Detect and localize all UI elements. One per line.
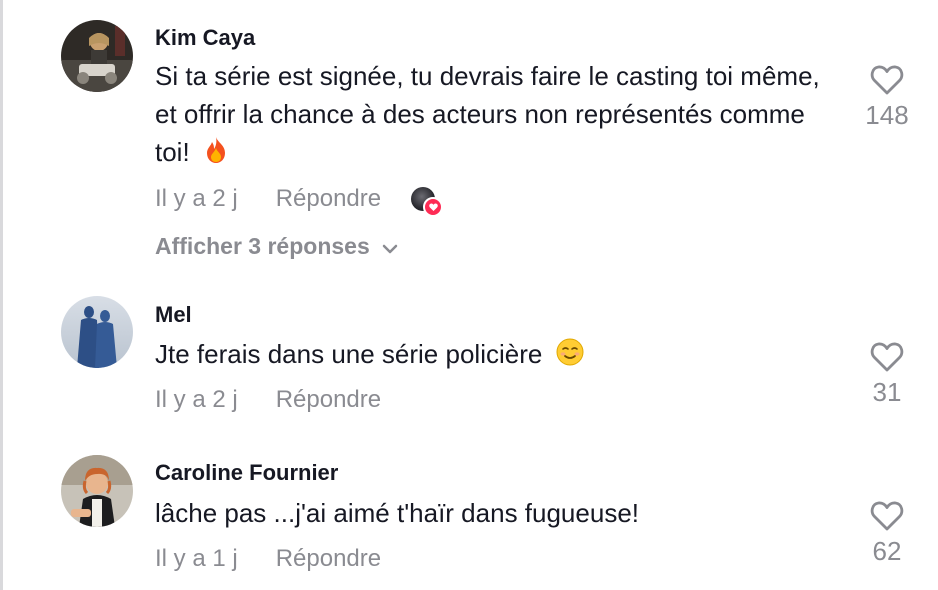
comment-meta: Il y a 2 j Répondre [155, 185, 444, 217]
comment-text: Si ta série est signée, tu devrais faire… [155, 57, 845, 174]
fire-emoji [203, 136, 229, 174]
reply-button[interactable]: Répondre [276, 545, 381, 573]
like-control: 148 [846, 64, 928, 131]
heart-outline-icon[interactable] [870, 500, 904, 532]
comment-username[interactable]: Mel [155, 302, 192, 328]
comment-timestamp: Il y a 1 j [155, 545, 238, 572]
comment-username[interactable]: Caroline Fournier [155, 460, 338, 486]
smiling-face-emoji [556, 338, 584, 376]
comment-text: Jte ferais dans une série policière [155, 335, 845, 376]
heart-outline-icon[interactable] [870, 64, 904, 96]
reply-button[interactable]: Répondre [276, 386, 381, 414]
reply-button[interactable]: Répondre [276, 185, 381, 213]
comment-timestamp: Il y a 2 j [155, 185, 238, 212]
avatar[interactable] [61, 20, 133, 92]
like-count: 31 [872, 377, 902, 407]
comment-text-content: lâche pas ...j'ai aimé t'haïr dans fugue… [155, 498, 639, 528]
panel-divider [0, 0, 3, 590]
like-control: 31 [846, 341, 928, 408]
comment-text-content: Jte ferais dans une série policière [155, 339, 543, 369]
like-count: 148 [865, 100, 909, 130]
chevron-down-icon [382, 233, 398, 260]
comment-meta: Il y a 2 j Répondre [155, 386, 381, 414]
heart-outline-icon[interactable] [870, 341, 904, 373]
comment-username[interactable]: Kim Caya [155, 25, 255, 51]
comment-meta: Il y a 1 j Répondre [155, 545, 381, 573]
like-control: 62 [846, 500, 928, 567]
avatar[interactable] [61, 455, 133, 527]
comments-panel: Kim Caya Si ta série est signée, tu devr… [0, 0, 938, 590]
comment-text: lâche pas ...j'ai aimé t'haïr dans fugue… [155, 494, 845, 532]
creator-liked-indicator [411, 187, 444, 217]
comment-text-content: Si ta série est signée, tu devrais faire… [155, 61, 820, 167]
creator-liked-heart-icon [423, 197, 444, 217]
like-count: 62 [872, 536, 902, 566]
view-replies-button[interactable]: Afficher 3 réponses [155, 233, 398, 260]
view-replies-label: Afficher 3 réponses [155, 233, 370, 259]
avatar[interactable] [61, 296, 133, 368]
comment-timestamp: Il y a 2 j [155, 386, 238, 413]
